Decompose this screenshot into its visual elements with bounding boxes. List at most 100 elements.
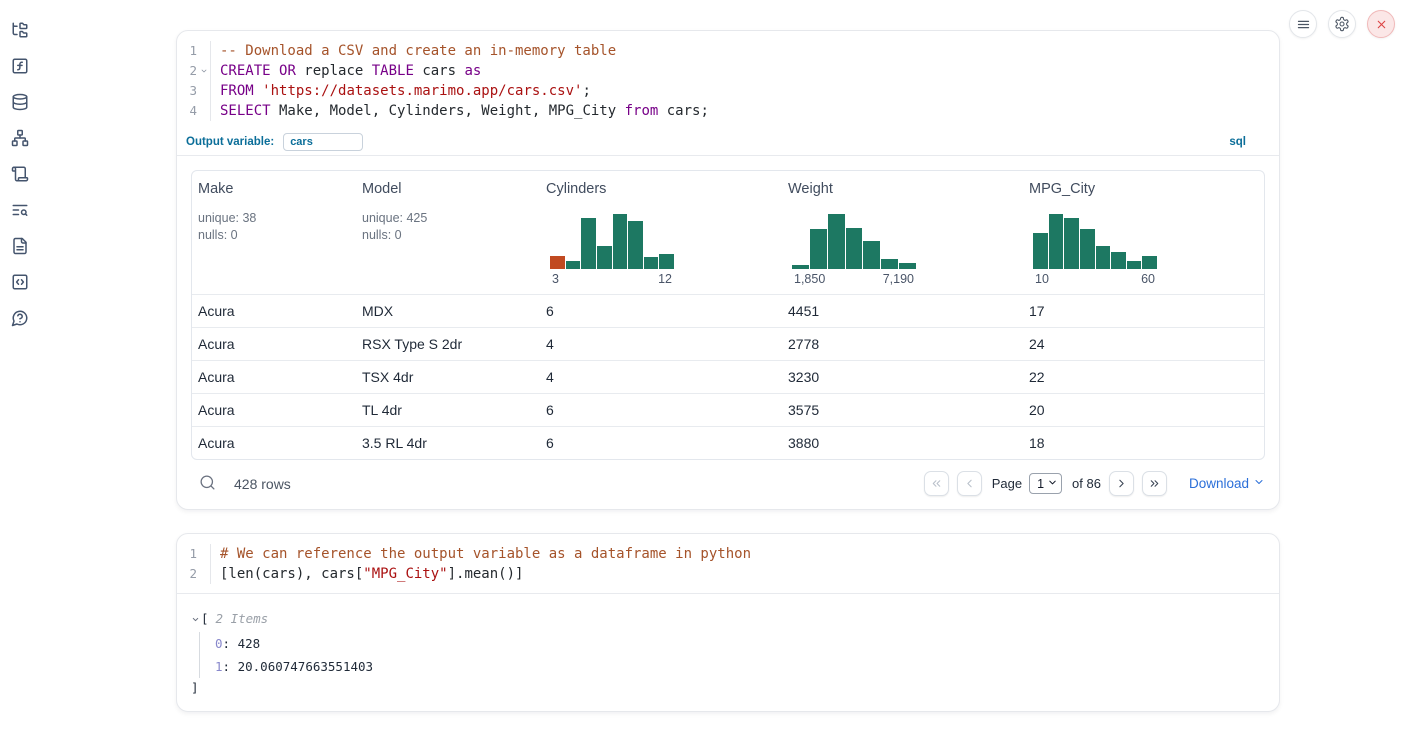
histogram-bar <box>550 256 565 269</box>
table-footer: 428 rows Page 1 of 86 Download <box>177 460 1279 496</box>
cell-value: 6 <box>546 303 554 319</box>
histogram-bar <box>1111 252 1126 269</box>
table-row[interactable]: Acura3.5 RL 4dr6388018 <box>192 426 1264 459</box>
cell-value: 22 <box>1029 369 1045 385</box>
cell-value: MDX <box>362 303 393 319</box>
table-row[interactable]: AcuraTL 4dr6357520 <box>192 393 1264 426</box>
prev-page-button[interactable] <box>957 471 982 496</box>
line-number: 2 <box>177 564 197 584</box>
sidebar-item-snippets[interactable] <box>3 268 37 295</box>
code-text[interactable]: CREATE OR replace TABLE cars as <box>210 61 1279 81</box>
code-text[interactable]: FROM 'https://datasets.marimo.app/cars.c… <box>210 81 1279 101</box>
download-button[interactable]: Download <box>1189 476 1265 491</box>
sql-cell-toolbar: Output variable: sql <box>177 129 1279 156</box>
search-button[interactable] <box>197 474 217 494</box>
sidebar-item-help[interactable] <box>3 304 37 331</box>
histogram-bar <box>828 214 845 269</box>
histogram-bar <box>581 218 596 269</box>
sidebar-item-documentation[interactable] <box>3 232 37 259</box>
column-label: Cylinders <box>546 181 776 197</box>
last-page-button[interactable] <box>1142 471 1167 496</box>
language-badge[interactable]: sql <box>1229 136 1246 148</box>
page-select[interactable]: 1 <box>1029 473 1062 494</box>
sidebar-item-variables[interactable] <box>3 52 37 79</box>
histogram-bar <box>792 265 809 269</box>
sidebar-item-file-explorer[interactable] <box>3 16 37 43</box>
cell-value: Acura <box>198 303 235 319</box>
sidebar-item-scratchpad[interactable] <box>3 160 37 187</box>
code-line: 3FROM 'https://datasets.marimo.app/cars.… <box>177 81 1279 101</box>
cell-value: 3230 <box>788 369 819 385</box>
histogram-mpg_city[interactable] <box>1033 214 1157 269</box>
cell-value: 6 <box>546 435 554 451</box>
table-row[interactable]: AcuraRSX Type S 2dr4277824 <box>192 327 1264 360</box>
list-item: 1: 20.060747663551403 <box>215 655 1265 678</box>
histogram-bar <box>846 228 863 269</box>
next-page-button[interactable] <box>1109 471 1134 496</box>
column-header-cylinders[interactable]: Cylinders312 <box>540 171 782 294</box>
column-header-weight[interactable]: Weight1,8507,190 <box>782 171 1023 294</box>
scroll-icon <box>11 165 29 183</box>
histogram-cylinders[interactable] <box>550 214 674 269</box>
code-text[interactable]: -- Download a CSV and create an in-memor… <box>210 41 1279 61</box>
menu-button[interactable] <box>1289 10 1317 38</box>
chevron-left-icon <box>963 477 976 490</box>
python-code-editor[interactable]: 1# We can reference the output variable … <box>177 534 1279 594</box>
column-header-make[interactable]: Makeunique: 38nulls: 0 <box>192 171 356 294</box>
settings-button[interactable] <box>1328 10 1356 38</box>
code-line: 2CREATE OR replace TABLE cars as <box>177 61 1279 81</box>
sql-code-editor[interactable]: 1-- Download a CSV and create an in-memo… <box>177 31 1279 127</box>
code-text[interactable]: [len(cars), cars["MPG_City"].mean()] <box>210 564 1279 584</box>
code-text[interactable]: # We can reference the output variable a… <box>210 544 1279 564</box>
notebook-actions <box>1289 10 1395 38</box>
histogram-bar <box>613 214 628 269</box>
sidebar-item-dependency-graph[interactable] <box>3 124 37 151</box>
cell-value: 24 <box>1029 336 1045 352</box>
close-icon <box>1375 18 1388 31</box>
sidebar-item-data-sources[interactable] <box>3 88 37 115</box>
histogram-bar <box>1033 233 1048 269</box>
histogram-bar <box>1127 261 1142 269</box>
histogram-bar <box>1064 218 1079 269</box>
first-page-button[interactable] <box>924 471 949 496</box>
gear-icon <box>1334 16 1350 32</box>
python-output-tree: [ 2 Items 0: 4281: 20.060747663551403 ] <box>177 594 1279 698</box>
cell-value: 20 <box>1029 402 1045 418</box>
sidebar-item-logs[interactable] <box>3 196 37 223</box>
hamburger-menu-icon <box>1296 17 1311 32</box>
column-header-mpg_city[interactable]: MPG_City1060 <box>1023 171 1264 294</box>
histogram-bar <box>1080 229 1095 269</box>
collapse-chevron-icon[interactable] <box>191 615 200 624</box>
help-bubble-icon <box>11 309 29 327</box>
histogram-bar <box>863 241 880 269</box>
page-label: Page <box>992 476 1022 491</box>
histogram-bar <box>566 261 581 269</box>
file-tree-icon <box>11 21 29 39</box>
column-header-model[interactable]: Modelunique: 425nulls: 0 <box>356 171 540 294</box>
column-label: Make <box>198 181 350 197</box>
cell-value: Acura <box>198 402 235 418</box>
fold-chevron-icon[interactable] <box>197 61 210 81</box>
cell-value: Acura <box>198 336 235 352</box>
chevrons-right-icon <box>1148 477 1161 490</box>
dependency-graph-icon <box>11 129 29 147</box>
cell-value: 2778 <box>788 336 819 352</box>
cell-value: RSX Type S 2dr <box>362 336 462 352</box>
sql-cell: 1 -- Download a CSV and create an in-memo… <box>176 30 1280 510</box>
table-row[interactable]: AcuraTSX 4dr4323022 <box>192 360 1264 393</box>
line-number: 4 <box>177 101 197 121</box>
shutdown-button[interactable] <box>1367 10 1395 38</box>
code-line: 2 [len(cars), cars["MPG_City"].mean()] <box>177 564 1279 584</box>
result-table: Makeunique: 38nulls: 0Modelunique: 425nu… <box>191 170 1265 460</box>
database-icon <box>11 93 29 111</box>
close-bracket: ] <box>191 678 1265 698</box>
output-variable-input[interactable] <box>283 133 363 151</box>
code-text[interactable]: SELECT Make, Model, Cylinders, Weight, M… <box>210 101 1279 121</box>
cell-value: TSX 4dr <box>362 369 413 385</box>
table-row[interactable]: AcuraMDX6445117 <box>192 294 1264 327</box>
cell-value: TL 4dr <box>362 402 402 418</box>
tree-entries: 0: 4281: 20.060747663551403 <box>199 632 1265 678</box>
python-cell: 1# We can reference the output variable … <box>176 533 1280 712</box>
tree-root: [ 2 Items <box>191 608 1265 630</box>
histogram-weight[interactable] <box>792 214 916 269</box>
